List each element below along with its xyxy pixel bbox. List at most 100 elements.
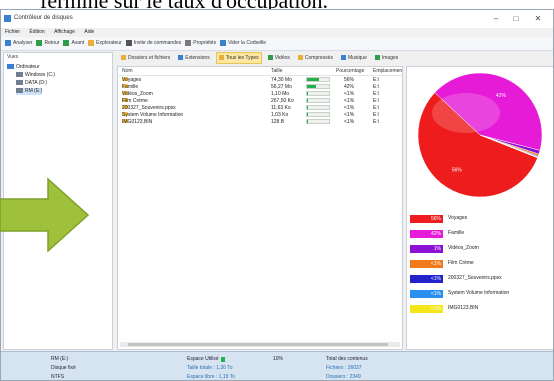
row-percent-bar [306,77,330,82]
status-folders: Dossiers : 2349 [326,374,361,380]
legend-percent: 56% [430,215,441,222]
legend-item-voyages: 56% Voyages [410,214,467,223]
view-button-label: Extensions [185,55,210,61]
row-location: E:\ [373,98,380,104]
tree-header: Vues [7,54,19,60]
legend-percent: <1% [430,305,441,312]
table-row[interactable]: 200327_Souvenirs.ppsx 11,63 Ko <1% E:\ [118,105,402,112]
row-percent-bar [306,105,330,110]
properties-icon [185,39,192,46]
row-percent: <1% [344,98,355,104]
tree-item-label: Ordinateur [16,64,40,70]
view-images-button[interactable]: Images [373,52,400,64]
row-size: 1,03 Ko [271,112,289,118]
tree-item-label: DATA (D:) [25,80,48,86]
toolbar-analyser-button[interactable]: Analyser [5,37,32,50]
tree-item-computer[interactable]: Ordinateur [7,64,40,71]
view-button-label: Tous les Types [225,55,259,61]
toolbar-invite-de-commandes-button[interactable]: Invite de commandes [125,37,182,50]
legend-swatch: <1% [410,304,443,313]
menu-view[interactable]: Affichage [54,28,75,37]
view-extensions-button[interactable]: Extensions [176,52,211,64]
legend-percent: <1% [430,290,441,297]
row-percent-bar [306,112,330,117]
maximize-button[interactable]: □ [509,13,523,25]
image-icon [374,55,380,61]
toolbar-button-label: Retour [44,40,60,46]
legend-item-img0123-bin: <1% IMG0123.BIN [410,304,478,313]
table-row[interactable]: Vidéos_Zoom 1,10 Mo <1% E:\ [118,91,402,98]
scroll-thumb[interactable] [128,343,388,346]
status-used-percent: 10% [273,356,284,362]
pointer-arrow-icon [0,177,90,253]
row-location: E:\ [373,105,380,111]
toolbar-vider-la-corbeille-button[interactable]: Vider la Corbeille [220,37,266,50]
menu-file[interactable]: Fichier [5,28,20,37]
row-location: E:\ [373,77,380,83]
tree-item-rm-e[interactable]: RM (E:) [16,88,43,95]
row-percent-bar [306,84,330,89]
toolbar-propri-t-s-button[interactable]: Propriétés [185,37,216,50]
status-drive: RM (E:) [51,356,69,362]
legend-swatch: <1% [410,289,443,298]
table-row[interactable]: Famille 56,27 Mo 42% E:\ [118,84,402,91]
row-percent-fill [307,106,308,109]
main-toolbar: Analyser Retour Avant Explorateur Invite de … [1,37,553,51]
pie-slice-label: 56% [452,168,463,174]
row-size: 11,63 Ko [271,105,291,111]
computer-icon [7,64,14,70]
toolbar-avant-button[interactable]: Avant [63,37,84,50]
view-button-label: Compressés [304,55,333,61]
table-row[interactable]: Film Crème 267,50 Ko <1% E:\ [118,98,402,105]
row-percent: <1% [344,91,355,97]
tree-item-windows-c[interactable]: Windows (C:) [16,72,55,79]
row-location: E:\ [373,112,380,118]
legend-swatch: 56% [410,214,443,223]
legend-item-film-cr-me: <1% Film Crème [410,259,474,268]
row-percent-bar [306,98,330,103]
menu-edit[interactable]: Édition [29,28,44,37]
legend-label: System Volume Information [448,290,510,296]
row-size: 1,10 Mo [271,91,290,97]
view-vid-os-button[interactable]: Vidéos [266,52,292,64]
recycle-icon [220,39,227,46]
menu-help[interactable]: Aide [84,28,94,37]
row-percent: 42% [344,84,355,90]
row-size: 267,50 Ko [271,98,294,104]
row-size: 74,30 Mo [271,77,292,83]
console-icon [125,39,132,46]
toolbar-button-label: Avant [71,40,85,46]
column-name[interactable]: Nom [122,67,133,75]
pie-slice-label: 42% [496,93,507,99]
column-percent[interactable]: Pourcentage [336,67,364,75]
legend-swatch: 42% [410,229,443,238]
toolbar-button-label: Explorateur [96,40,122,46]
view-compress-s-button[interactable]: Compressés [296,52,335,64]
table-row[interactable]: IMG0123.BIN 128 B <1% E:\ [118,119,402,126]
table-row[interactable]: System Volume Information 1,03 Ko <1% E:\ [118,112,402,119]
legend-item-famille: 42% Famille [410,229,464,238]
row-size: 56,27 Mo [271,84,292,90]
toolbar-retour-button[interactable]: Retour [36,37,59,50]
status-type: Disque fixé [51,365,76,371]
horizontal-scrollbar[interactable] [120,342,400,347]
column-location[interactable]: Emplacement [373,67,402,75]
toolbar-explorateur-button[interactable]: Explorateur [88,37,122,50]
status-filesystem: NTFS [51,374,65,380]
toolbar-button-label: Vider la Corbeille [228,40,267,46]
app-icon [4,15,11,22]
row-name: Famille [122,84,139,90]
toolbar-button-label: Invite de commandes [133,40,182,46]
tree-item-data-d[interactable]: DATA (D:) [16,80,47,87]
table-row[interactable]: Voyages 74,30 Mo 56% E:\ [118,77,402,84]
close-button[interactable]: ✕ [531,13,545,25]
window-title: Contrôleur de disques [14,15,73,21]
view-dossiers-et-fichiers-button[interactable]: Dossiers et fichiers [119,52,172,64]
view-tous-les-types-button[interactable]: Tous les Types [215,52,262,64]
file-list: Nom Taille Pourcentage Emplacement Voyag… [117,66,403,350]
folder-tree-icon [121,55,126,61]
minimize-button[interactable]: – [489,13,503,25]
column-size[interactable]: Taille [271,67,282,75]
drive-icon [16,80,23,86]
view-musique-button[interactable]: Musique [339,52,369,64]
